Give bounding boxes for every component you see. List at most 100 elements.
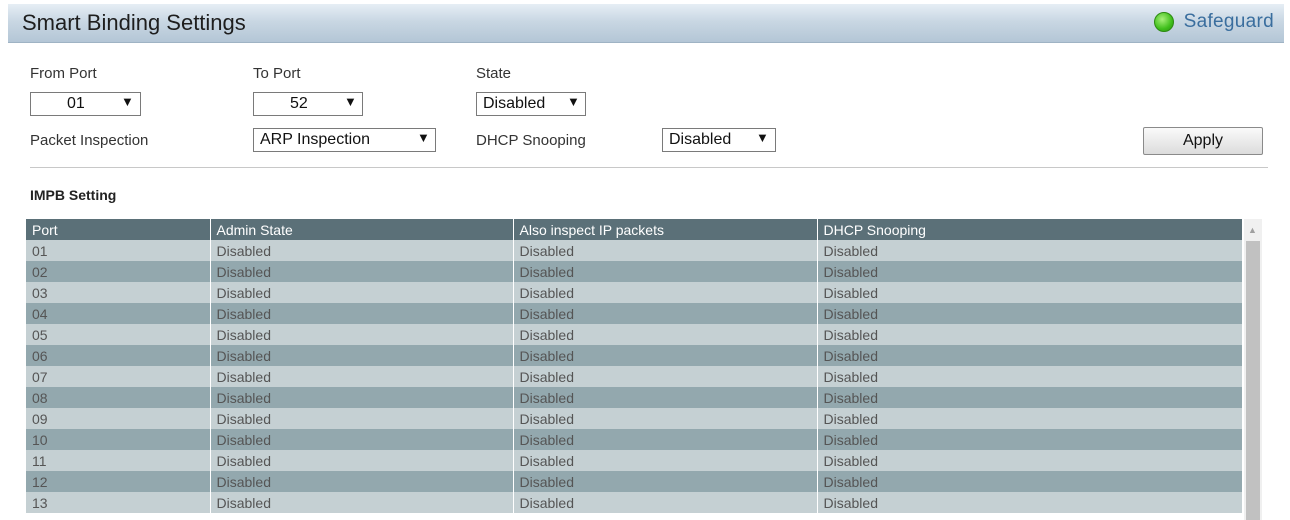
cell-dhcp-snooping: Disabled [817,492,1243,513]
cell-dhcp-snooping: Disabled [817,450,1243,471]
cell-inspect-ip: Disabled [513,303,818,324]
cell-dhcp-snooping: Disabled [817,303,1243,324]
cell-inspect-ip: Disabled [513,450,818,471]
cell-inspect-ip: Disabled [513,471,818,492]
cell-dhcp-snooping: Disabled [817,324,1243,345]
packet-inspection-select[interactable]: ARP Inspection ▼ [253,128,436,152]
packet-inspection-label: Packet Inspection [30,132,149,149]
cell-inspect-ip: Disabled [513,282,818,303]
divider [30,167,1268,168]
cell-port: 07 [26,366,211,387]
cell-inspect-ip: Disabled [513,429,818,450]
cell-dhcp-snooping: Disabled [817,387,1243,408]
from-port-value: 01 [67,95,85,112]
status-dot-icon [1153,12,1174,32]
table-row: 02 Disabled Disabled Disabled [26,261,1243,282]
col-header-admin-state: Admin State [210,219,514,240]
safeguard-indicator: Safeguard [1153,11,1274,33]
cell-inspect-ip: Disabled [513,240,818,261]
apply-button[interactable]: Apply [1143,127,1263,155]
dropdown-arrow-icon: ▼ [567,94,580,109]
table-row: 03 Disabled Disabled Disabled [26,282,1243,303]
cell-admin-state: Disabled [210,387,514,408]
cell-inspect-ip: Disabled [513,366,818,387]
cell-admin-state: Disabled [210,429,514,450]
cell-port: 05 [26,324,211,345]
cell-admin-state: Disabled [210,240,514,261]
table-row: 07 Disabled Disabled Disabled [26,366,1243,387]
cell-admin-state: Disabled [210,303,514,324]
table-row: 09 Disabled Disabled Disabled [26,408,1243,429]
cell-admin-state: Disabled [210,282,514,303]
title-bar: Smart Binding Settings Safeguard [8,4,1284,43]
cell-admin-state: Disabled [210,492,514,513]
dropdown-arrow-icon: ▼ [756,130,769,145]
table-row: 05 Disabled Disabled Disabled [26,324,1243,345]
cell-port: 12 [26,471,211,492]
table-row: 04 Disabled Disabled Disabled [26,303,1243,324]
from-port-select[interactable]: 01 ▼ [30,92,141,116]
table-row: 11 Disabled Disabled Disabled [26,450,1243,471]
from-port-label: From Port [30,65,97,82]
cell-port: 02 [26,261,211,282]
table-row: 08 Disabled Disabled Disabled [26,387,1243,408]
cell-port: 11 [26,450,211,471]
cell-inspect-ip: Disabled [513,345,818,366]
cell-admin-state: Disabled [210,408,514,429]
to-port-label: To Port [253,65,301,82]
dhcp-snooping-label: DHCP Snooping [476,132,586,149]
cell-dhcp-snooping: Disabled [817,282,1243,303]
table-row: 10 Disabled Disabled Disabled [26,429,1243,450]
dropdown-arrow-icon: ▼ [121,94,134,109]
table-row: 01 Disabled Disabled Disabled [26,240,1243,261]
page-title: Smart Binding Settings [22,10,246,35]
table-scrollbar[interactable]: ▲ [1244,219,1262,520]
cell-admin-state: Disabled [210,471,514,492]
to-port-value: 52 [290,95,308,112]
state-value: Disabled [483,95,546,112]
cell-port: 06 [26,345,211,366]
cell-dhcp-snooping: Disabled [817,240,1243,261]
cell-inspect-ip: Disabled [513,408,818,429]
table-row: 13 Disabled Disabled Disabled [26,492,1243,513]
section-title: IMPB Setting [30,187,117,203]
dhcp-snooping-select[interactable]: Disabled ▼ [662,128,776,152]
cell-port: 10 [26,429,211,450]
cell-port: 09 [26,408,211,429]
cell-dhcp-snooping: Disabled [817,261,1243,282]
safeguard-label: Safeguard [1183,11,1274,32]
col-header-inspect-ip: Also inspect IP packets [513,219,818,240]
col-header-port: Port [26,219,211,240]
cell-inspect-ip: Disabled [513,261,818,282]
cell-dhcp-snooping: Disabled [817,429,1243,450]
table-row: 06 Disabled Disabled Disabled [26,345,1243,366]
cell-inspect-ip: Disabled [513,387,818,408]
cell-admin-state: Disabled [210,450,514,471]
cell-admin-state: Disabled [210,324,514,345]
table-header-row: Port Admin State Also inspect IP packets… [26,219,1243,240]
dropdown-arrow-icon: ▼ [417,130,430,145]
table-row: 12 Disabled Disabled Disabled [26,471,1243,492]
cell-dhcp-snooping: Disabled [817,366,1243,387]
state-select[interactable]: Disabled ▼ [476,92,586,116]
to-port-select[interactable]: 52 ▼ [253,92,363,116]
impb-table-wrapper: Port Admin State Also inspect IP packets… [26,219,1243,513]
scroll-up-arrow-icon[interactable]: ▲ [1248,225,1257,235]
packet-inspection-value: ARP Inspection [260,131,370,148]
cell-inspect-ip: Disabled [513,492,818,513]
state-label: State [476,65,512,82]
cell-port: 13 [26,492,211,513]
cell-port: 03 [26,282,211,303]
cell-admin-state: Disabled [210,345,514,366]
cell-admin-state: Disabled [210,261,514,282]
cell-inspect-ip: Disabled [513,324,818,345]
cell-admin-state: Disabled [210,366,514,387]
dropdown-arrow-icon: ▼ [344,94,357,109]
col-header-dhcp-snooping: DHCP Snooping [817,219,1243,240]
dhcp-snooping-value: Disabled [669,131,732,148]
scrollbar-thumb[interactable] [1246,241,1260,520]
impb-table: Port Admin State Also inspect IP packets… [26,219,1243,513]
cell-dhcp-snooping: Disabled [817,345,1243,366]
cell-port: 08 [26,387,211,408]
cell-dhcp-snooping: Disabled [817,471,1243,492]
